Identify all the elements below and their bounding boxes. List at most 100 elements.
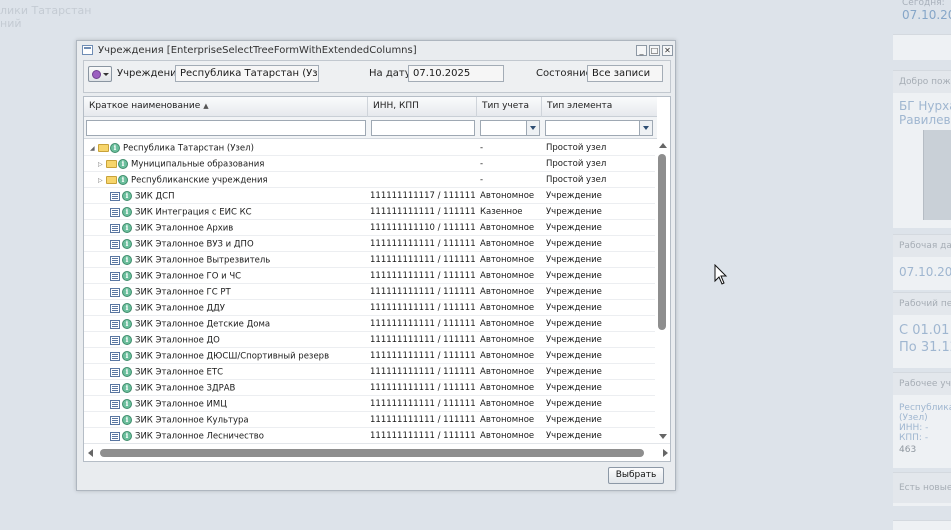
table-row[interactable]: i ЗИК Эталонное Лесничество 111111111111 /… <box>84 428 657 442</box>
info-icon[interactable]: i <box>122 367 132 377</box>
institution-icon <box>110 255 120 265</box>
info-icon[interactable]: i <box>122 287 132 297</box>
chevron-down-icon[interactable] <box>639 121 652 135</box>
info-icon[interactable]: i <box>122 431 132 441</box>
cell-element-type: Учреждение <box>546 255 602 265</box>
cell-account-type: Автономное <box>480 303 535 313</box>
column-header-element-type[interactable]: Тип элемента <box>542 97 657 117</box>
inn-filter-input[interactable] <box>371 120 475 136</box>
row-name: Муниципальные образования <box>131 159 265 170</box>
cell-name: i ЗИК Эталонное Лесничество <box>86 431 368 442</box>
minimize-button[interactable]: _ <box>636 44 647 56</box>
cell-name: i ЗИК Эталонное ГО и ЧС <box>86 271 368 282</box>
table-row[interactable]: i ЗИК Интеграция с ЕИС КС 111111111111 / 1… <box>84 204 657 220</box>
cell-name: i ЗИК Эталонное Детские Дома <box>86 319 368 330</box>
expand-icon[interactable]: ▷ <box>98 177 106 184</box>
cell-inn-kpp: 111111111111 / 111111116 <box>370 431 476 441</box>
info-icon[interactable]: i <box>122 351 132 361</box>
institution-icon <box>110 319 120 329</box>
info-icon[interactable]: i <box>122 239 132 249</box>
close-button[interactable]: ✕ <box>662 44 673 56</box>
column-header-inn-kpp[interactable]: ИНН, КПП <box>368 97 477 117</box>
scroll-left-icon[interactable] <box>88 449 93 457</box>
institution-icon <box>110 223 120 233</box>
cell-name: i ЗИК Эталонное ЕТС <box>86 367 368 378</box>
table-row[interactable]: i ЗИК Эталонное Архив 111111111110 / 11111… <box>84 220 657 236</box>
table-row[interactable]: ▷ i Республиканские учреждения - Простой узе… <box>84 172 657 188</box>
institution-field[interactable]: Республика Татарстан (Узел) <box>175 65 319 82</box>
account-type-filter[interactable] <box>480 120 540 136</box>
info-icon[interactable]: i <box>122 335 132 345</box>
name-filter-input[interactable] <box>86 120 366 136</box>
scroll-up-icon[interactable] <box>659 143 667 148</box>
cell-element-type: Учреждение <box>546 335 602 345</box>
dialog-titlebar[interactable]: Учреждения [EnterpriseSelectTreeFormWith… <box>77 41 675 59</box>
state-field[interactable]: Все записи <box>587 65 663 82</box>
cell-name: ▷ i Республиканские учреждения <box>86 175 368 186</box>
work-period-panel: Рабочий пер С 01.01 По 31.12 <box>893 292 951 368</box>
work-institution-name[interactable]: Республика <box>893 395 951 413</box>
scroll-down-icon[interactable] <box>659 434 667 439</box>
horizontal-scroll-thumb[interactable] <box>100 449 644 457</box>
table-row[interactable]: i ЗИК Эталонное Культура 111111111111 / 11… <box>84 412 657 428</box>
expand-icon[interactable]: ▷ <box>98 161 106 168</box>
chevron-down-icon[interactable] <box>526 121 539 135</box>
info-icon[interactable]: i <box>110 143 120 153</box>
cell-name: i ЗИК Интеграция с ЕИС КС <box>86 207 368 218</box>
info-icon[interactable]: i <box>122 271 132 281</box>
background-org-title: лики Татарстан ний <box>0 4 92 30</box>
user-name[interactable]: БГ Нурхам <box>893 93 951 113</box>
table-row[interactable]: i ЗИК Эталонное ЗДРАВ 111111111111 / 11111… <box>84 380 657 396</box>
cell-element-type: Учреждение <box>546 415 602 425</box>
date-field[interactable]: 07.10.2025 <box>408 65 504 82</box>
table-row[interactable]: iЗИК ДСП111111111117 / 111111117Автономн… <box>84 188 657 204</box>
scroll-right-icon[interactable] <box>663 449 668 457</box>
folder-icon <box>106 176 117 184</box>
table-row[interactable]: ◢ i Республика Татарстан (Узел) - Простой уз… <box>84 140 657 156</box>
user-patronymic[interactable]: Равилевич <box>893 113 951 127</box>
select-button[interactable]: Выбрать <box>608 467 664 484</box>
table-row[interactable]: iЗИК Эталонное ДДУ111111111111 / 1111111… <box>84 300 657 316</box>
cell-account-type: - <box>480 143 484 153</box>
institution-icon <box>110 303 120 313</box>
maximize-button[interactable]: □ <box>649 44 660 56</box>
table-row[interactable]: i ЗИК Эталонное Вытрезвитель 111111111111 … <box>84 252 657 268</box>
column-header-account-type[interactable]: Тип учета <box>477 97 542 117</box>
collapse-icon[interactable]: ◢ <box>90 145 98 152</box>
info-icon[interactable]: i <box>122 399 132 409</box>
cell-account-type: Автономное <box>480 239 535 249</box>
horizontal-scrollbar[interactable] <box>84 443 670 461</box>
cell-name: i ЗИК Эталонное Архив <box>86 223 368 234</box>
table-row[interactable]: iЗИК Эталонное ИМЦ111111111111 / 1111111… <box>84 396 657 412</box>
cell-account-type: Казенное <box>480 207 523 217</box>
column-header-name[interactable]: Краткое наименование ▲ <box>84 97 368 117</box>
actions-menu-button[interactable] <box>88 66 112 82</box>
cell-element-type: Учреждение <box>546 431 602 441</box>
element-type-filter[interactable] <box>545 120 653 136</box>
cell-element-type: Учреждение <box>546 239 602 249</box>
row-name: ЗИК Эталонное ГО и ЧС <box>135 271 242 282</box>
info-icon[interactable]: i <box>122 415 132 425</box>
table-row[interactable]: i ЗИК Эталонное ДЮСШ/Спортивный резерв 111… <box>84 348 657 364</box>
table-row[interactable]: i ЗИК Эталонное ВУЗ и ДПО 111111111111 / 1… <box>84 236 657 252</box>
info-icon[interactable]: i <box>122 255 132 265</box>
table-row[interactable]: iЗИК Эталонное ЕТС111111111111 / 1111111… <box>84 364 657 380</box>
row-name: ЗИК Эталонное ВУЗ и ДПО <box>135 239 254 250</box>
info-icon[interactable]: i <box>122 223 132 233</box>
work-date-value[interactable]: 07.10.20 <box>893 257 951 279</box>
table-row[interactable]: ▷ i Муниципальные образования - Простой узел <box>84 156 657 172</box>
table-row[interactable]: i ЗИК Эталонное Детские Дома 111111111111 … <box>84 316 657 332</box>
cell-name: i ЗИК Эталонное ВУЗ и ДПО <box>86 239 368 250</box>
info-icon[interactable]: i <box>122 191 132 201</box>
info-icon[interactable]: i <box>122 383 132 393</box>
table-row[interactable]: i ЗИК Эталонное ГС РТ 111111111111 / 11111… <box>84 284 657 300</box>
info-icon[interactable]: i <box>122 303 132 313</box>
info-icon[interactable]: i <box>118 159 128 169</box>
table-row[interactable]: i ЗИК Эталонное ГО и ЧС 111111111111 / 111… <box>84 268 657 284</box>
info-icon[interactable]: i <box>118 175 128 185</box>
info-icon[interactable]: i <box>122 207 132 217</box>
table-row[interactable]: iЗИК Эталонное ДО111111111111 / 11111111… <box>84 332 657 348</box>
info-icon[interactable]: i <box>122 319 132 329</box>
vertical-scroll-thumb[interactable] <box>658 154 666 330</box>
vertical-scrollbar[interactable] <box>655 140 670 442</box>
